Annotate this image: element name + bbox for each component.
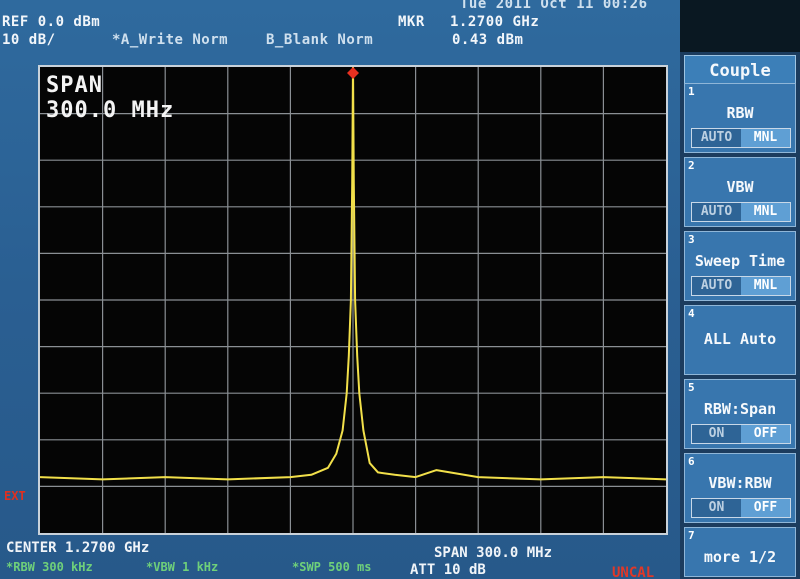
analyzer-screen: Tue 2011 Oct 11 00:26 REF 0.0 dBm 10 dB/… xyxy=(0,0,680,579)
softkey-number: 3 xyxy=(688,233,695,246)
softkey-vbw-rbw[interactable]: 6 VBW:RBW ON OFF xyxy=(684,453,796,523)
softkey-all-auto[interactable]: 4 ALL Auto xyxy=(684,305,796,375)
softkey-number: 1 xyxy=(688,85,695,98)
softkey-number: 6 xyxy=(688,455,695,468)
spectrum-plot xyxy=(40,67,666,533)
toggle-off[interactable]: OFF xyxy=(741,499,790,517)
softkey-label: RBW xyxy=(726,104,754,122)
softkey-more[interactable]: 7 more 1/2 xyxy=(684,527,796,577)
scale-per-div: 10 dB/ xyxy=(2,32,56,48)
rbw-span-on-off-toggle[interactable]: ON OFF xyxy=(691,424,791,444)
vbw-auto-manual-toggle[interactable]: AUTO MNL xyxy=(691,202,791,222)
uncal-indicator: UNCAL xyxy=(612,565,655,579)
toggle-off[interactable]: OFF xyxy=(741,425,790,443)
sweep-time-value: *SWP 500 ms xyxy=(292,560,372,574)
rbw-value: *RBW 300 kHz xyxy=(6,560,93,574)
softkey-rbw-span[interactable]: 5 RBW:Span ON OFF xyxy=(684,379,796,449)
toggle-manual[interactable]: MNL xyxy=(741,277,790,295)
marker-frequency: 1.2700 GHz xyxy=(450,14,540,30)
center-frequency: CENTER 1.2700 GHz xyxy=(6,540,150,556)
toggle-on[interactable]: ON xyxy=(692,499,741,517)
softkey-number: 4 xyxy=(688,307,695,320)
softkey-number: 2 xyxy=(688,159,695,172)
marker-label: MKR xyxy=(398,14,425,30)
toggle-auto[interactable]: AUTO xyxy=(692,203,741,221)
datetime: Tue 2011 Oct 11 00:26 xyxy=(460,0,648,12)
softkey-label: VBW xyxy=(726,178,754,196)
span-overlay-label: SPAN xyxy=(46,73,103,98)
toggle-manual[interactable]: MNL xyxy=(741,203,790,221)
softkey-number: 7 xyxy=(688,529,695,542)
softkey-vbw[interactable]: 2 VBW AUTO MNL xyxy=(684,157,796,227)
toggle-auto[interactable]: AUTO xyxy=(692,277,741,295)
trace-a-mode: *A_Write Norm xyxy=(112,32,229,48)
rbw-auto-manual-toggle[interactable]: AUTO MNL xyxy=(691,128,791,148)
toggle-manual[interactable]: MNL xyxy=(741,129,790,147)
span-value: SPAN 300.0 MHz xyxy=(434,545,553,561)
softkey-label: more 1/2 xyxy=(703,548,777,566)
marker-diamond xyxy=(347,67,359,79)
toggle-on[interactable]: ON xyxy=(692,425,741,443)
vbw-rbw-on-off-toggle[interactable]: ON OFF xyxy=(691,498,791,518)
ext-indicator: EXT xyxy=(4,489,26,503)
softkey-sweep-time[interactable]: 3 Sweep Time AUTO MNL xyxy=(684,231,796,301)
span-overlay: SPAN 300.0 MHz xyxy=(46,73,174,123)
softkey-label: RBW:Span xyxy=(703,400,777,418)
toggle-auto[interactable]: AUTO xyxy=(692,129,741,147)
trace-display: SPAN 300.0 MHz xyxy=(38,65,668,535)
softkey-label: VBW:RBW xyxy=(708,474,772,492)
ref-level: REF 0.0 dBm xyxy=(2,14,101,30)
softkey-rbw[interactable]: 1 RBW AUTO MNL xyxy=(684,83,796,153)
span-overlay-value: 300.0 MHz xyxy=(46,98,175,123)
attenuation-value: ATT 10 dB xyxy=(410,562,486,578)
trace-b-mode: B_Blank Norm xyxy=(266,32,374,48)
softkey-label: Sweep Time xyxy=(694,252,786,270)
softkey-label: ALL Auto xyxy=(703,330,777,348)
sweep-auto-manual-toggle[interactable]: AUTO MNL xyxy=(691,276,791,296)
vbw-value: *VBW 1 kHz xyxy=(146,560,219,574)
marker-level: 0.43 dBm xyxy=(452,32,524,48)
softkey-number: 5 xyxy=(688,381,695,394)
